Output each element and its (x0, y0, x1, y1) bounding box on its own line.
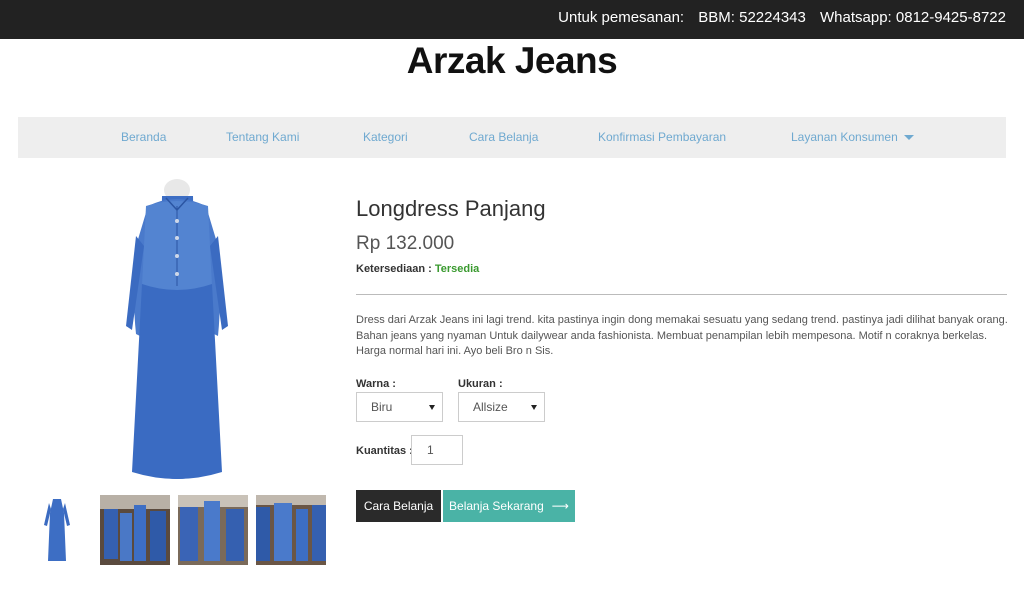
nav-item-cara-belanja[interactable]: Cara Belanja (469, 130, 538, 144)
chevron-down-icon (903, 135, 914, 141)
product-thumbnail-4[interactable] (256, 495, 326, 565)
product-title: Longdress Panjang (356, 196, 546, 221)
color-select[interactable]: Biru (356, 392, 443, 422)
main-nav: Beranda Tentang Kami Kategori Cara Belan… (18, 117, 1006, 158)
cara-belanja-button[interactable]: Cara Belanja (356, 490, 441, 522)
stock-value: Tersedia (434, 263, 480, 275)
dropdown-arrow-icon (531, 405, 537, 410)
product-description: Dress dari Arzak Jeans ini lagi trend. k… (356, 314, 1008, 357)
size-select[interactable]: Allsize (458, 392, 545, 422)
size-select-value: Allsize (473, 400, 508, 414)
quantity-label: Kuantitas : (356, 445, 413, 457)
quantity-input[interactable]: 1 (411, 435, 463, 465)
nav-item-tentang-kami[interactable]: Tentang Kami (226, 130, 299, 144)
arrow-right-icon: ⟶ (551, 499, 569, 513)
site-title[interactable]: Arzak Jeans (0, 40, 1024, 82)
divider (356, 294, 1007, 295)
nav-item-konfirmasi-pembayaran[interactable]: Konfirmasi Pembayaran (598, 130, 726, 144)
buy-now-label: Belanja Sekarang (449, 499, 544, 513)
dropdown-arrow-icon (429, 405, 435, 410)
product-thumbnail-1[interactable] (22, 495, 92, 565)
buy-now-button[interactable]: Belanja Sekarang ⟶ (443, 490, 575, 522)
bbm-contact: BBM: 52224343 (698, 9, 806, 26)
color-select-value: Biru (371, 400, 393, 414)
stock-label: Ketersediaan : (356, 263, 432, 275)
product-main-image[interactable] (118, 176, 236, 484)
color-label: Warna : (356, 378, 396, 390)
order-label: Untuk pemesanan: (558, 9, 685, 26)
contact-info: Untuk pemesanan: BBM: 52224343 Whatsapp:… (548, 9, 1006, 26)
size-label: Ukuran : (458, 378, 503, 390)
nav-item-kategori[interactable]: Kategori (363, 130, 408, 144)
top-contact-bar: Untuk pemesanan: BBM: 52224343 Whatsapp:… (0, 0, 1024, 39)
product-thumbnail-2[interactable] (100, 495, 170, 565)
whatsapp-contact: Whatsapp: 0812-9425-8722 (820, 9, 1006, 26)
product-price: Rp 132.000 (356, 233, 455, 254)
nav-item-layanan-konsumen[interactable]: Layanan Konsumen (791, 130, 914, 144)
nav-item-layanan-label: Layanan Konsumen (791, 130, 898, 144)
nav-item-beranda[interactable]: Beranda (121, 130, 166, 144)
product-thumbnail-3[interactable] (178, 495, 248, 565)
stock-status: Ketersediaan : Tersedia (356, 263, 479, 275)
